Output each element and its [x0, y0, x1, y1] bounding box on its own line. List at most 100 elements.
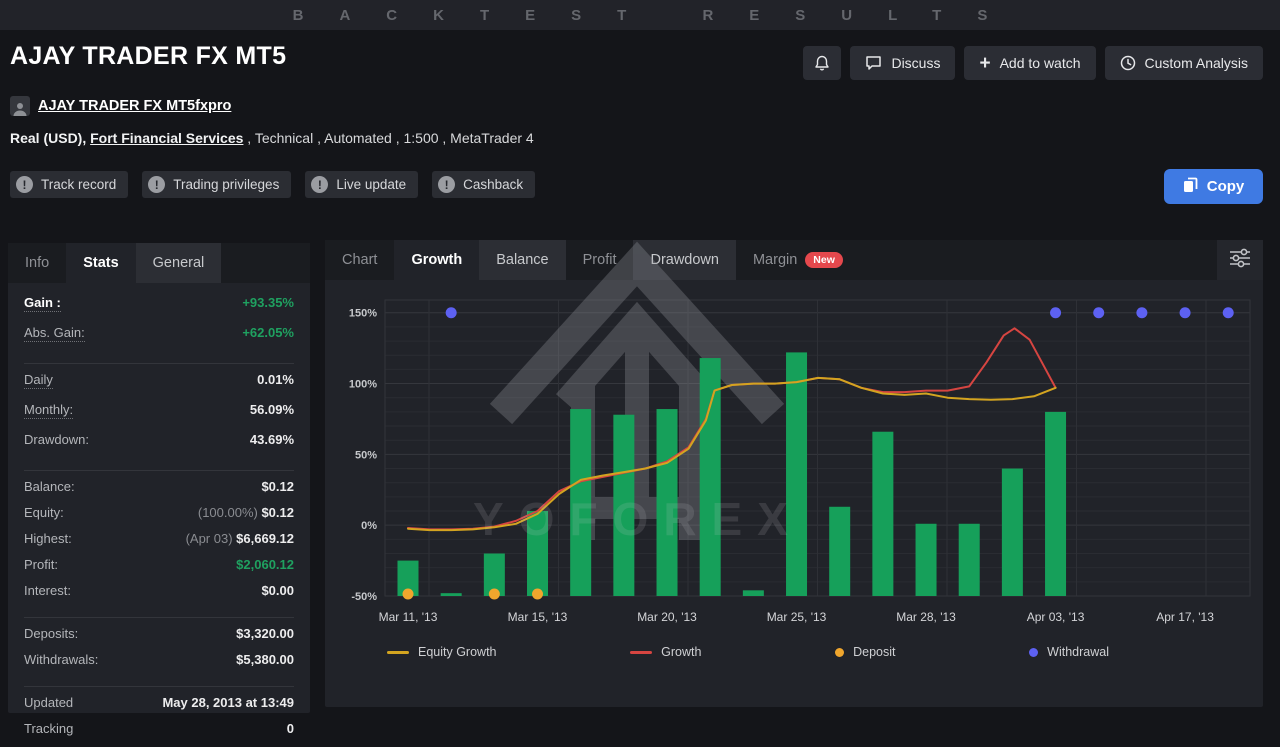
badge-label: Live update — [336, 177, 406, 192]
chart-tab-growth[interactable]: Growth — [394, 240, 479, 280]
discuss-label: Discuss — [891, 55, 940, 71]
account-meta-details: , Technical , Automated , 1:500 , MetaTr… — [243, 130, 533, 146]
stat-value: 43.69% — [250, 432, 294, 447]
legend-item-deposit[interactable]: Deposit — [835, 645, 895, 659]
stat-row-highest: Highest: (Apr 03) $6,669.12 — [24, 531, 294, 557]
legend-label: Equity Growth — [418, 645, 497, 659]
dot-withdrawal — [1180, 307, 1191, 318]
account-meta: Real (USD), Fort Financial Services , Te… — [10, 130, 534, 146]
stat-label: Highest: — [24, 531, 72, 546]
sidebar-tab-stats[interactable]: Stats — [66, 243, 135, 283]
badge-label: Cashback — [463, 177, 523, 192]
svg-text:Apr 03, '13: Apr 03, '13 — [1027, 610, 1085, 624]
chart-filter-button[interactable] — [1217, 240, 1263, 280]
sliders-icon — [1228, 248, 1252, 273]
chart-tab-balance[interactable]: Balance — [479, 240, 565, 280]
bar-trading-day-index-12 — [916, 524, 937, 596]
user-row: AJAY TRADER FX MT5fxpro — [10, 96, 231, 116]
legend-label: Deposit — [853, 645, 895, 659]
stat-row-profit: Profit: $2,060.12 — [24, 557, 294, 583]
dot-deposit — [489, 589, 500, 600]
chart-legend: Equity Growth Growth Deposit Withdrawal — [387, 645, 1109, 659]
header-actions: Discuss + Add to watch Custom Analysis — [803, 46, 1263, 80]
badge-cashback[interactable]: !Cashback — [432, 171, 535, 198]
copy-button[interactable]: Copy — [1164, 169, 1263, 204]
stat-row-updated: UpdatedMay 28, 2013 at 13:49 — [24, 695, 294, 721]
chart-tab-chart[interactable]: Chart — [325, 240, 394, 280]
badge-live-update[interactable]: !Live update — [305, 171, 418, 198]
dot-withdrawal — [1093, 307, 1104, 318]
stat-label: Withdrawals: — [24, 652, 98, 667]
dot-withdrawal — [1223, 307, 1234, 318]
stats-sidebar: InfoStatsGeneral Gain :+93.35%Abs. Gain:… — [8, 243, 310, 713]
stat-label: Gain : — [24, 295, 61, 312]
broker-link[interactable]: Fort Financial Services — [90, 130, 243, 146]
svg-text:Mar 15, '13: Mar 15, '13 — [508, 610, 568, 624]
stat-label: Balance: — [24, 479, 75, 494]
stat-row-interest: Interest:$0.00 — [24, 583, 294, 609]
add-to-watch-button[interactable]: + Add to watch — [964, 46, 1095, 80]
legend-item-equity-growth[interactable]: Equity Growth — [387, 645, 497, 659]
line-swatch-equity-growth — [387, 651, 409, 654]
line-equity-growth — [408, 378, 1056, 530]
person-icon — [12, 101, 28, 116]
tab-label: Growth — [411, 252, 462, 268]
growth-chart: Mar 11, '13Mar 15, '13Mar 20, '13Mar 25,… — [325, 284, 1263, 634]
chart-tabs: Chart Growth Balance ProfitDrawdownMarginNe… — [325, 240, 1263, 280]
stat-value: (100.00%) $0.12 — [198, 505, 294, 520]
discuss-button[interactable]: Discuss — [850, 46, 955, 80]
stat-row-equity: Equity: (100.00%) $0.12 — [24, 505, 294, 531]
legend-label: Withdrawal — [1047, 645, 1109, 659]
badge-track-record[interactable]: !Track record — [10, 171, 128, 198]
stat-row-gain: Gain : +93.35% — [24, 295, 294, 325]
badge-trading-privileges[interactable]: !Trading privileges — [142, 171, 291, 198]
sidebar-tab-general[interactable]: General — [136, 243, 222, 283]
chart-tab-profit[interactable]: Profit — [566, 240, 634, 280]
bar-trading-day-index-8 — [743, 590, 764, 596]
svg-text:Apr 17, '13: Apr 17, '13 — [1156, 610, 1214, 624]
legend-item-withdrawal[interactable]: Withdrawal — [1029, 645, 1109, 659]
notifications-button[interactable] — [803, 46, 841, 80]
exclamation-icon: ! — [16, 176, 33, 193]
chart-tab-margin[interactable]: MarginNew — [736, 240, 860, 280]
stat-row-withdrawals: Withdrawals:$5,380.00 — [24, 652, 294, 678]
stat-label: Equity: — [24, 505, 64, 520]
sidebar-tab-info[interactable]: Info — [8, 243, 66, 283]
svg-text:Mar 20, '13: Mar 20, '13 — [637, 610, 697, 624]
dot-swatch-deposit — [835, 648, 844, 657]
stat-label: Daily — [24, 372, 53, 389]
dot-withdrawal — [1050, 307, 1061, 318]
bar-trading-day-index-13 — [959, 524, 980, 596]
stat-value: +62.05% — [242, 325, 294, 340]
plus-icon: + — [979, 54, 990, 73]
clock-icon — [1120, 55, 1136, 71]
stat-value-note: (100.00%) — [198, 505, 262, 520]
divider — [24, 686, 294, 687]
stat-value: +93.35% — [242, 295, 294, 310]
line-growth — [408, 328, 1056, 529]
custom-analysis-button[interactable]: Custom Analysis — [1105, 46, 1263, 80]
speech-bubble-icon — [865, 55, 882, 71]
stat-label: Interest: — [24, 583, 71, 598]
chart-tab-drawdown[interactable]: Drawdown — [633, 240, 736, 280]
stat-value: (Apr 03) $6,669.12 — [186, 531, 294, 546]
stats-list: Gain :+93.35%Abs. Gain:+62.05%Daily0.01%… — [8, 283, 310, 747]
bar-trading-day-index-6 — [657, 409, 678, 596]
bell-icon — [814, 55, 830, 72]
legend-item-growth[interactable]: Growth — [630, 645, 701, 659]
add-to-watch-label: Add to watch — [1000, 55, 1081, 71]
divider — [24, 363, 294, 364]
stat-value: 56.09% — [250, 402, 294, 417]
tab-label: Info — [25, 255, 49, 271]
stat-value-note: (Apr 03) — [186, 531, 237, 546]
user-profile-link[interactable]: AJAY TRADER FX MT5fxpro — [38, 98, 231, 114]
chart-panel: Chart Growth Balance ProfitDrawdownMarginNe… — [325, 240, 1263, 707]
stat-value: $2,060.12 — [236, 557, 294, 572]
stat-label: Profit: — [24, 557, 58, 572]
backtest-results-banner: BACKTEST RESULTS — [257, 7, 1024, 24]
dot-deposit — [532, 589, 543, 600]
tab-label: Balance — [496, 252, 548, 268]
stat-value: 0.01% — [257, 372, 294, 387]
top-banner: BACKTEST RESULTS — [0, 0, 1280, 30]
bar-trading-day-index-9 — [786, 352, 807, 596]
